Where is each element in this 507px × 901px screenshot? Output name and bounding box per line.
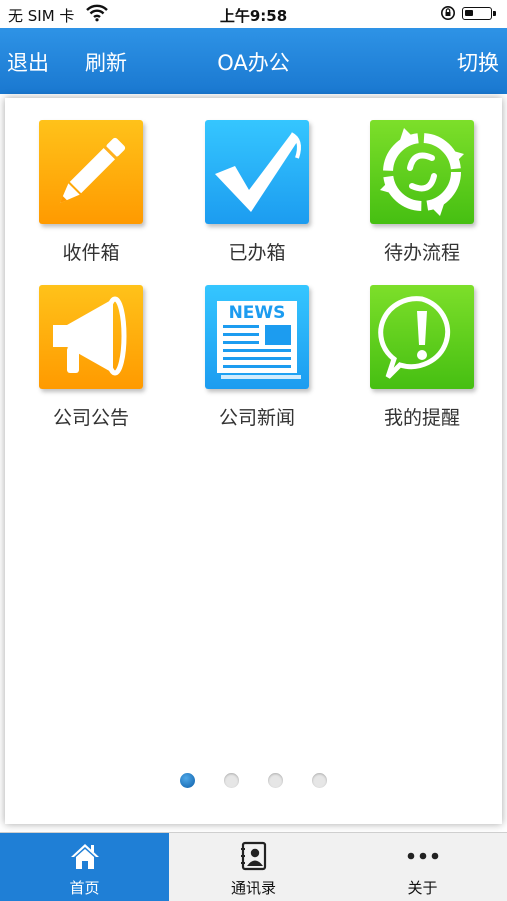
page-dot[interactable] <box>223 773 239 788</box>
contacts-icon <box>239 841 269 875</box>
rotation-lock-icon <box>440 5 456 25</box>
status-bar: 无 SIM 卡 上午9:58 <box>0 0 507 28</box>
refresh-button[interactable]: 刷新 <box>85 47 127 77</box>
tab-about-label: 关于 <box>407 879 438 897</box>
tile-inbox[interactable]: 收件箱 <box>26 120 156 265</box>
pencil-icon <box>39 120 143 224</box>
page-dot[interactable] <box>312 773 328 788</box>
tile-company-news[interactable]: NEWS 公司新闻 <box>192 285 322 430</box>
page-title: OA办公 <box>217 51 290 75</box>
megaphone-icon <box>39 285 143 389</box>
tab-contacts[interactable]: 通讯录 <box>169 833 338 901</box>
tile-done-box[interactable]: 已办箱 <box>192 120 322 265</box>
tile-inbox-label: 收件箱 <box>62 242 120 264</box>
tab-home[interactable]: 首页 <box>0 833 169 901</box>
app-grid-panel: 收件箱 已办箱 待办流程 公司公告 NEWS 公司新闻 我的提醒 <box>5 98 502 824</box>
page-dot[interactable] <box>179 773 195 788</box>
tile-announcements-label: 公司公告 <box>52 407 129 429</box>
tab-bar: 首页 通讯录 关于 <box>0 832 507 901</box>
news-icon-text: NEWS <box>229 303 286 323</box>
checkmark-icon <box>205 120 309 224</box>
tab-about[interactable]: 关于 <box>338 833 507 901</box>
tile-my-reminders-label: 我的提醒 <box>383 407 460 429</box>
home-icon <box>70 841 100 875</box>
battery-icon <box>462 7 496 20</box>
page-dot[interactable] <box>268 773 284 788</box>
tile-todo-workflow-label: 待办流程 <box>383 242 460 264</box>
page-indicator <box>5 773 502 792</box>
clock: 上午9:58 <box>219 7 288 25</box>
recycle-arrows-icon <box>370 120 474 224</box>
newspaper-icon: NEWS <box>205 285 309 389</box>
tab-contacts-label: 通讯录 <box>230 879 276 897</box>
switch-button[interactable]: 切换 <box>457 47 499 77</box>
nav-bar: 退出 刷新 OA办公 切换 <box>0 28 507 94</box>
exclamation-icon <box>370 285 474 389</box>
tab-home-label: 首页 <box>69 879 100 897</box>
tile-company-news-label: 公司新闻 <box>218 407 295 429</box>
tile-todo-workflow[interactable]: 待办流程 <box>357 120 487 265</box>
more-dots-icon <box>406 841 440 875</box>
tile-announcements[interactable]: 公司公告 <box>26 285 156 430</box>
tile-done-box-label: 已办箱 <box>228 242 286 264</box>
logout-button[interactable]: 退出 <box>7 47 49 77</box>
tile-my-reminders[interactable]: 我的提醒 <box>357 285 487 430</box>
